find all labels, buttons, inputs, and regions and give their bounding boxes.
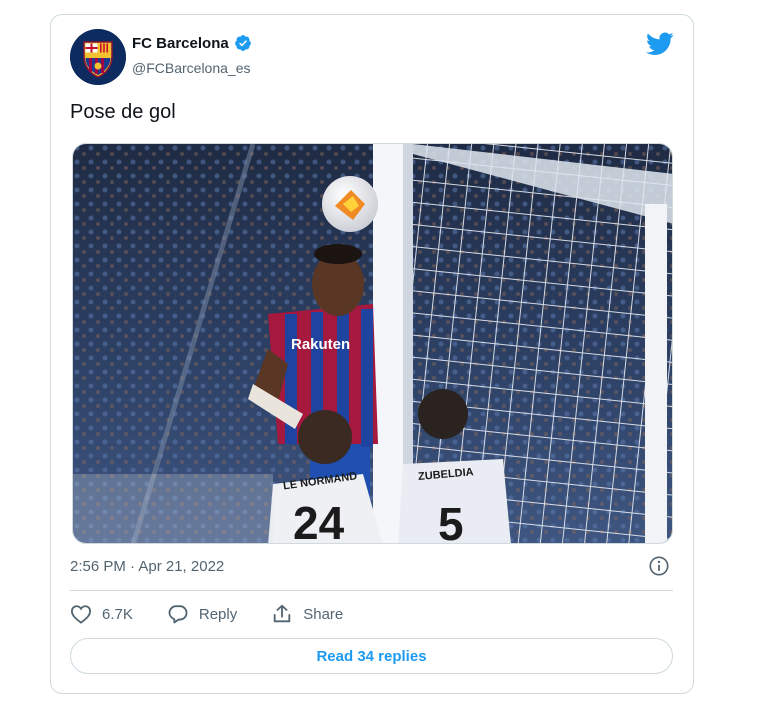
share-label: Share [303, 605, 344, 623]
svg-text:24: 24 [293, 497, 345, 544]
author-name[interactable]: FC Barcelona [132, 35, 229, 52]
info-icon[interactable] [648, 555, 670, 577]
twitter-bird-icon[interactable] [646, 32, 674, 56]
football-header-photo: Rakuten 24 LE NORMAND 5 ZUBELDIA [73, 144, 672, 544]
reply-button[interactable]: Reply [167, 603, 237, 625]
tweet-text: Pose de gol [70, 101, 176, 123]
author-handle[interactable]: @FCBarcelona_es [132, 60, 251, 76]
tweet-timestamp[interactable]: 2:56 PM · Apr 21, 2022 [70, 558, 224, 575]
share-button[interactable]: Share [271, 603, 343, 625]
share-upload-icon [273, 604, 291, 623]
author-name-row[interactable]: FC Barcelona [132, 34, 252, 52]
avatar[interactable] [70, 29, 126, 85]
reply-bubble-icon [168, 605, 188, 624]
svg-text:Rakuten: Rakuten [291, 336, 350, 353]
svg-text:5: 5 [438, 498, 464, 544]
like-count: 6.7K [102, 605, 133, 623]
tweet-actions: 6.7K Reply Share [70, 603, 377, 625]
like-button[interactable]: 6.7K [70, 604, 133, 624]
reply-label: Reply [198, 605, 238, 623]
tweet-photo[interactable]: Rakuten 24 LE NORMAND 5 ZUBELDIA [72, 143, 673, 544]
verified-badge-icon [234, 35, 251, 51]
heart-icon [70, 605, 92, 624]
fc-barcelona-crest-icon [70, 29, 126, 85]
divider [70, 590, 673, 591]
read-replies-button[interactable]: Read 34 replies [70, 638, 673, 674]
